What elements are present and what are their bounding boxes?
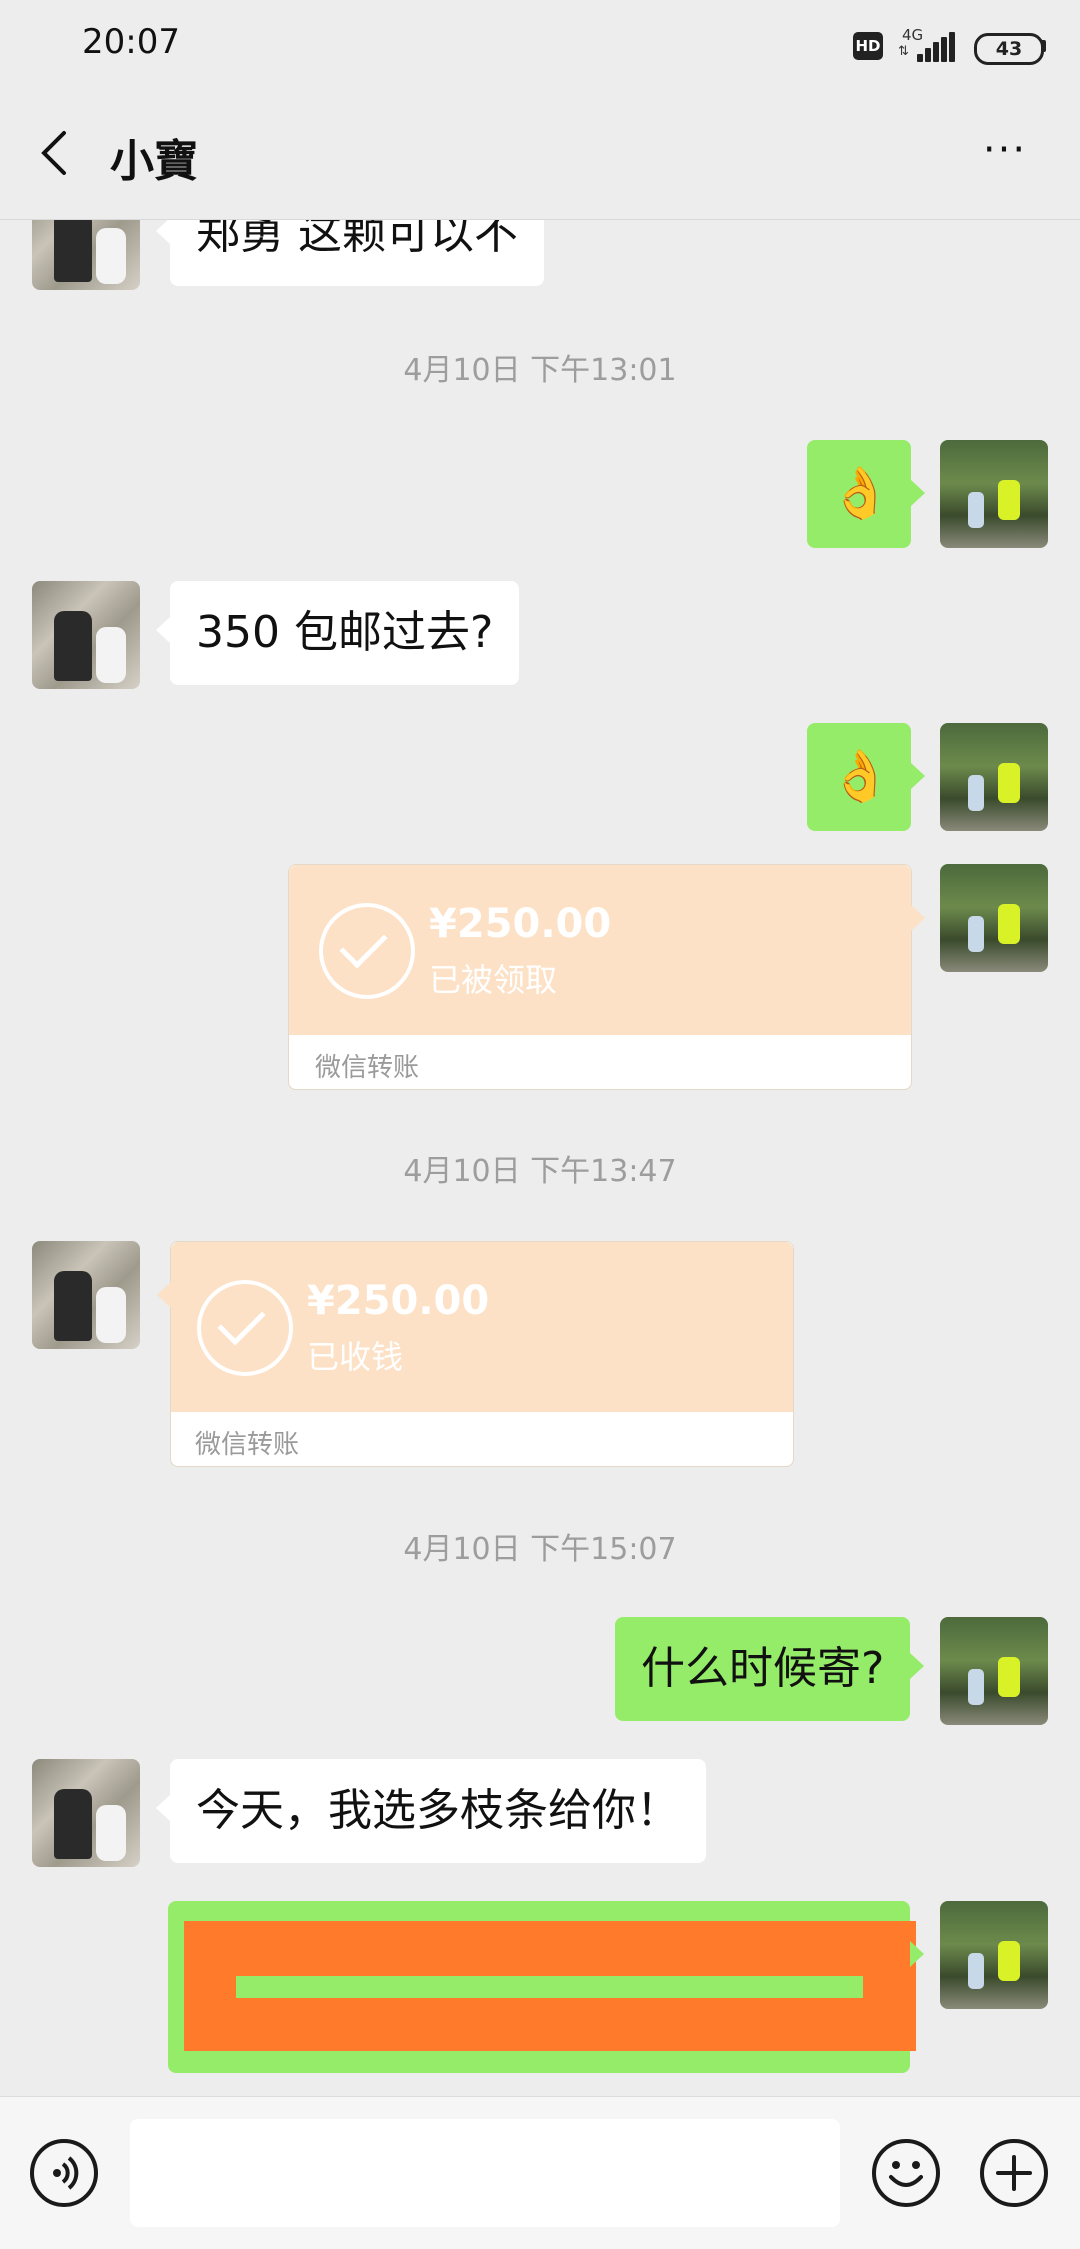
battery-tip (1042, 40, 1046, 52)
contact-avatar[interactable] (32, 1759, 140, 1867)
self-avatar[interactable] (940, 1617, 1048, 1725)
transfer-status: 已被领取 (429, 961, 558, 999)
hd-icon: HD (853, 32, 883, 60)
chat-title: 小寶 (110, 136, 198, 187)
transfer-status: 已收钱 (307, 1338, 404, 1376)
self-avatar[interactable] (940, 864, 1048, 972)
voice-icon (53, 2156, 79, 2190)
timestamp: 4月10日 下午13:47 (403, 1154, 677, 1189)
ok-hand-icon: 👌 (829, 464, 892, 522)
contact-avatar[interactable] (32, 219, 140, 290)
message-bubble-redacted[interactable] (168, 1901, 924, 2073)
redaction-line (236, 1976, 863, 1998)
message-bubble-right[interactable]: 👌 (807, 440, 925, 548)
transfer-amount: ¥250.00 (307, 1278, 490, 1324)
self-avatar[interactable] (940, 723, 1048, 831)
ok-hand-icon: 👌 (829, 747, 892, 805)
self-avatar[interactable] (940, 1901, 1048, 2009)
message-bubble-right[interactable]: 👌 (807, 723, 925, 831)
transfer-label: 微信转账 (315, 1053, 420, 1083)
contact-avatar[interactable] (32, 1241, 140, 1349)
message-bubble-left[interactable]: 郑勇 这颗可以不 (156, 219, 544, 286)
contact-avatar[interactable] (32, 581, 140, 689)
emoji-button[interactable] (872, 2139, 940, 2207)
message-input[interactable] (130, 2119, 840, 2227)
more-options-button[interactable]: ··· (970, 125, 1040, 185)
battery-icon: 43 (974, 33, 1044, 65)
transfer-card-sent[interactable]: ¥250.00 已被领取 微信转账 (288, 864, 925, 1090)
message-bubble-left[interactable]: 350 包邮过去? (155, 581, 520, 685)
back-button[interactable] (30, 123, 90, 183)
transfer-label: 微信转账 (195, 1430, 300, 1460)
nav-bar: 小寶 ··· (0, 95, 1080, 220)
status-bar: 20:07 HD 4G ⇅ 43 (0, 0, 1080, 95)
input-bar (0, 2096, 1080, 2249)
more-functions-button[interactable] (980, 2139, 1048, 2207)
data-arrows-icon: ⇅ (898, 44, 909, 59)
timestamp: 4月10日 下午15:07 (403, 1532, 677, 1567)
voice-button[interactable] (30, 2139, 98, 2207)
self-avatar[interactable] (940, 440, 1048, 548)
plus-icon (996, 2155, 1032, 2191)
check-circle-icon (197, 1280, 293, 1376)
timestamp: 4月10日 下午13:01 (403, 353, 677, 388)
transfer-amount: ¥250.00 (429, 901, 612, 947)
message-bubble-right[interactable]: 什么时候寄? (615, 1617, 925, 1721)
message-bubble-left[interactable]: 今天，我选多枝条给你！ (156, 1759, 706, 1863)
signal-icon (917, 32, 957, 62)
status-time: 20:07 (82, 22, 180, 62)
smiley-icon (889, 2161, 923, 2187)
transfer-card-received[interactable]: ¥250.00 已收钱 微信转账 (157, 1241, 794, 1467)
check-circle-icon (319, 903, 415, 999)
chat-area[interactable]: 郑勇 这颗可以不 4月10日 下午13:01 👌 350 包邮过去? 👌 ¥25… (0, 219, 1080, 2096)
chevron-left-icon (41, 131, 66, 175)
